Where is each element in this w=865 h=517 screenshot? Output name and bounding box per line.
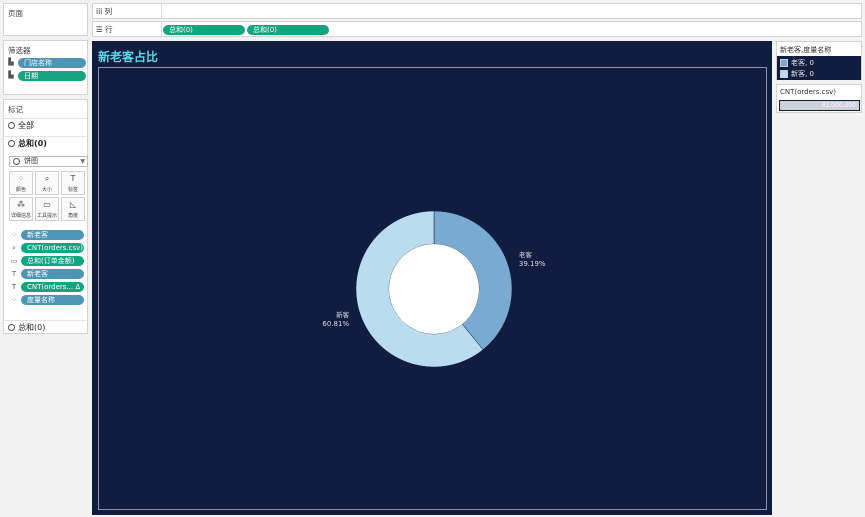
legend-item-old[interactable]: 老客, 0 [780,58,814,68]
pages-panel: 页面 [3,3,88,36]
filter-field-icon: ▙ [8,58,14,66]
filter-pill-date[interactable]: 日期 [18,71,86,81]
label-icon: T [11,283,17,291]
slice-percent-label: 39.19% [519,260,546,268]
angle-icon: ◺ [69,200,77,209]
rows-pill-sum-1[interactable]: 总和(0) [163,25,245,35]
size-icon: ⌕ [12,244,16,252]
mark-type-dropdown[interactable]: 饼图 ▼ [9,156,88,167]
chevron-down-icon: ▼ [80,158,85,165]
marks-tab-sum[interactable]: 总和(0) [4,136,87,150]
marks-title: 标记 [8,105,23,114]
plot-area: 老客 39.19% 新客 60.81% [98,67,767,510]
rows-icon: ☰ [96,25,103,34]
mark-angle-button[interactable]: ◺ 角度 [61,197,85,221]
marks-field-pill[interactable]: CNT(orders.csv) [21,243,84,253]
mark-label-button[interactable]: T 标签 [61,171,85,195]
detail-icon: ⁂ [17,200,25,209]
mark-detail-button[interactable]: ⁂ 详细信息 [9,197,33,221]
rows-pill-sum-2[interactable]: 总和(0) [247,25,329,35]
mark-tooltip-button[interactable]: ▭ 工具提示 [35,197,59,221]
filter-pill-store[interactable]: 门店名称 [18,58,86,68]
columns-icon: iii [96,7,103,16]
pages-title: 页面 [8,9,23,18]
color-legend: 新老客,度量名称 老客, 0 新客, 0 [776,41,862,80]
color-icon: ⁘ [11,231,17,239]
slice-name-label: 老客 [519,250,533,259]
label-icon: T [11,270,17,278]
tooltip-icon: ▭ [43,200,51,209]
marks-field-pill[interactable]: 总和(订单金额) [21,256,84,266]
filter-field-icon: ▙ [8,71,14,79]
size-legend-bar: 41,000,000 [779,100,860,111]
marks-field-pill[interactable]: CNT(orders... Δ [21,282,84,292]
color-legend-body: 老客, 0 新客, 0 [777,56,861,80]
color-legend-title: 新老客,度量名称 [780,46,832,54]
marks-panel: 标记 全部 总和(0) 饼图 ▼ ⁘ 颜色 ⌕ 大小 T 标签 ⁂ 详细信息 ▭… [3,99,88,334]
marks-field-pill[interactable]: 新老客 [21,230,84,240]
color-icon: ⁘ [11,296,17,304]
donut-chart: 老客39.19% 新客60.81% [322,210,546,368]
pie-icon [13,158,20,165]
clock-icon [8,122,15,129]
mark-size-button[interactable]: ⌕ 大小 [35,171,59,195]
marks-field-pill[interactable]: 新老客 [21,269,84,279]
clock-icon [8,140,15,147]
legend-swatch [780,59,788,67]
mark-type-label: 饼图 [24,157,38,165]
legend-item-new[interactable]: 新客, 0 [780,69,814,79]
marks-field-pill[interactable]: 度量名称 [21,295,84,305]
mark-color-button[interactable]: ⁘ 颜色 [9,171,33,195]
clock-icon [8,324,15,331]
shelf-divider [161,4,162,18]
rows-shelf-label: ☰ 行 [96,25,113,34]
size-legend: CNT(orders.csv) 41,000,000 [776,84,862,113]
color-icon: ⁘ [17,174,25,183]
slice-percent-label: 60.81% [322,320,349,328]
label-icon: T [70,174,76,183]
shelf-divider [161,22,162,36]
donut-hole [389,244,479,334]
worksheet-view: 新老客占比 老客 39.19% 新客 60.81% [92,41,772,515]
columns-shelf[interactable]: iii 列 [92,3,862,19]
rows-shelf[interactable]: ☰ 行 总和(0) 总和(0) [92,21,862,37]
slice-name-label: 新客 [336,310,350,319]
filters-panel: 筛选器 ▙ 门店名称 ▙ 日期 [3,40,88,95]
marks-tab-sum-2[interactable]: 总和(0) [4,320,87,334]
sheet-title: 新老客占比 [98,50,159,64]
tooltip-icon: ▭ [10,257,18,265]
legend-swatch [780,70,788,78]
size-legend-value: 41,000,000 [821,102,856,109]
marks-tab-all[interactable]: 全部 [4,118,87,132]
size-icon: ⌕ [44,174,50,183]
size-legend-title: CNT(orders.csv) [780,88,837,96]
columns-shelf-label: iii 列 [96,7,113,16]
